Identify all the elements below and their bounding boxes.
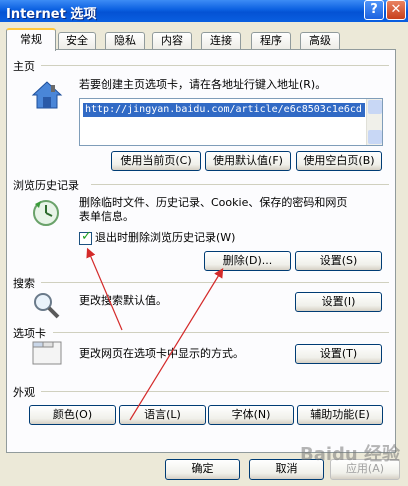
search-section-label: 搜索 [13,277,35,290]
accessibility-button[interactable]: 辅助功能(E) [297,405,383,425]
general-tab-panel: 主页 若要创建主页选项卡，请在各地址行键入地址(R)。 http://jingy… [6,49,396,453]
languages-button[interactable]: 语言(L) [119,405,206,425]
home-divider [41,65,389,66]
tab-programs[interactable]: 程序 [251,32,291,50]
scroll-down-icon[interactable] [368,130,382,144]
search-settings-button[interactable]: 设置(I) [295,292,382,312]
house-icon [31,81,63,109]
tab-connections[interactable]: 连接 [201,32,241,50]
history-divider [91,184,389,185]
home-url-textarea[interactable]: http://jingyan.baidu.com/article/e6c8503… [79,98,383,146]
use-current-button[interactable]: 使用当前页(C) [111,151,201,171]
tabs-description: 更改网页在选项卡中显示的方式。 [79,347,244,360]
magnifier-icon [34,293,60,319]
watermark: Baidu 经验 [300,444,401,465]
tab-general[interactable]: 常规 [6,28,56,51]
fonts-button[interactable]: 字体(N) [208,405,294,425]
history-settings-button[interactable]: 设置(S) [295,251,382,271]
appearance-divider [41,391,389,392]
window-title: Internet 选项 [6,7,97,22]
history-description-line2: 表单信息。 [79,210,134,223]
history-section-label: 浏览历史记录 [13,179,79,192]
tab-advanced[interactable]: 高级 [300,32,340,50]
checkmark-icon: ✓ [81,229,92,244]
close-icon: ✕ [390,2,402,17]
search-description: 更改搜索默认值。 [79,294,167,307]
appearance-section-label: 外观 [13,386,35,399]
history-clock-icon [33,200,59,226]
close-button[interactable]: ✕ [386,0,406,20]
url-scrollbar[interactable] [366,99,382,145]
scroll-up-icon[interactable] [368,100,382,114]
help-button[interactable]: ? [364,0,384,20]
delete-history-button[interactable]: 删除(D)... [204,251,291,271]
ok-button[interactable]: 确定 [165,459,240,480]
home-url-value: http://jingyan.baidu.com/article/e6c8503… [83,103,365,117]
home-description: 若要创建主页选项卡，请在各地址行键入地址(R)。 [79,78,327,91]
search-divider [41,282,389,283]
tab-security[interactable]: 安全 [58,32,96,50]
tabs-window-icon [32,341,62,365]
home-section-label: 主页 [13,60,35,73]
history-description-line1: 删除临时文件、历史记录、Cookie、保存的密码和网页 [79,196,348,209]
tabs-settings-button[interactable]: 设置(T) [295,344,382,364]
tabs-divider [53,332,389,333]
use-blank-button[interactable]: 使用空白页(B) [296,151,382,171]
tab-content[interactable]: 内容 [152,32,192,50]
delete-on-exit-label: 退出时删除浏览历史记录(W) [95,231,236,244]
use-default-button[interactable]: 使用默认值(F) [205,151,291,171]
help-icon: ? [370,2,378,17]
colors-button[interactable]: 颜色(O) [29,405,116,425]
title-bar: Internet 选项 ? ✕ [0,0,408,22]
tab-privacy[interactable]: 隐私 [105,32,145,50]
delete-on-exit-checkbox[interactable]: ✓ [79,229,92,245]
